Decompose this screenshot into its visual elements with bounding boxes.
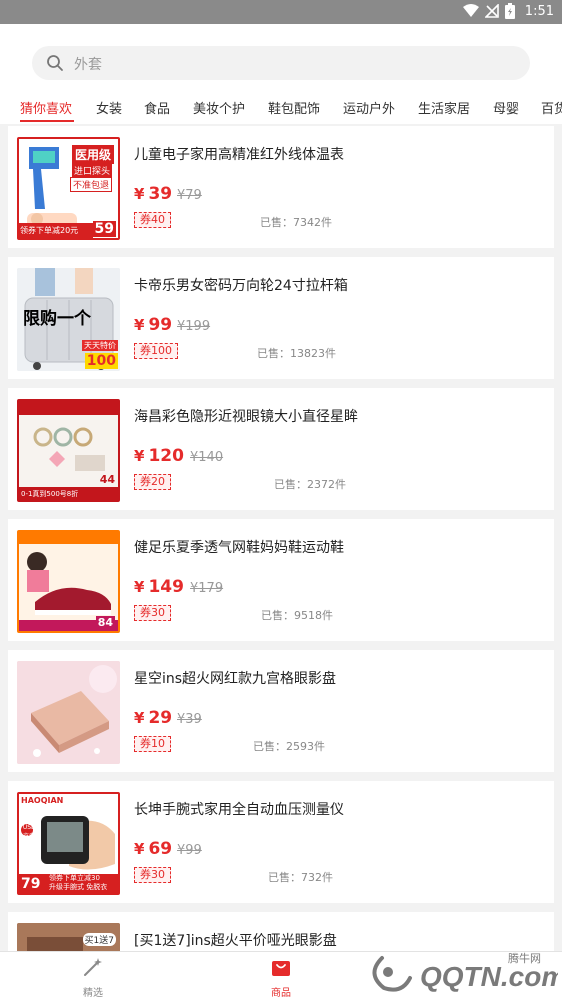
product-image: 限购一个 天天特价 100 [17, 268, 120, 371]
thumb-tag: 进口探头 [71, 164, 112, 177]
product-title: 长坤手腕式家用全自动血压测量仪 [134, 802, 344, 818]
coupon-badge: 券20 [134, 474, 171, 490]
active-tab-indicator [20, 120, 74, 122]
thumb-brand: HAOQIAN [21, 796, 64, 805]
nav-featured-label: 精选 [83, 988, 103, 999]
thumb-price: 59 [92, 221, 116, 237]
category-tabs: 猜你喜欢 女装 食品 美妆个护 鞋包配饰 运动户外 生活家居 母婴 百货 [0, 96, 562, 124]
tab-guess-you-like[interactable]: 猜你喜欢 [20, 98, 72, 117]
product-card[interactable]: 星空ins超火网红款九宫格眼影盘 ¥29 ¥39 券10 已售：2593件 [8, 650, 554, 772]
nav-products[interactable]: 商品 [251, 956, 311, 999]
product-card[interactable]: HAOQIAN USB充电 79 领券下单立减30 升级手腕式 免脱衣 长坤手腕… [8, 781, 554, 903]
wifi-icon [462, 4, 479, 17]
shopping-bag-icon [272, 961, 290, 976]
tab-baby[interactable]: 母婴 [493, 98, 519, 117]
thumb-promo: 领券下单减20元 [19, 223, 93, 238]
search-icon [47, 55, 63, 71]
nav-products-label: 商品 [271, 988, 291, 999]
status-icons: 1:51 [462, 3, 554, 19]
product-image: HAOQIAN USB充电 79 领券下单立减30 升级手腕式 免脱衣 [17, 792, 120, 895]
thumb-promo: 升级手腕式 免脱衣 [49, 883, 108, 891]
product-image: 84 [17, 530, 120, 633]
product-title: 海昌彩色隐形近视眼镜大小直径星眸 [134, 409, 358, 425]
product-image: 44 0-1真到500号8折 [17, 399, 120, 502]
status-bar: 1:51 [0, 0, 562, 24]
thumb-promo: 0-1真到500号8折 [21, 490, 79, 498]
qqtn-watermark: QQTN.com 腾牛网 [358, 948, 562, 999]
thumb-tag: 买1送7 [82, 933, 116, 946]
sold-count: 已售：2372件 [274, 478, 346, 491]
product-price: ¥39 [134, 184, 173, 204]
product-image [17, 661, 120, 764]
product-price: ¥99 [134, 315, 173, 335]
thumb-badge: 医用级 [71, 145, 114, 164]
product-title: [买1送7]ins超火平价哑光眼影盘 [134, 933, 337, 949]
tab-shoes-bags[interactable]: 鞋包配饰 [268, 98, 320, 117]
svg-text:腾牛网: 腾牛网 [508, 951, 541, 965]
search-input[interactable]: 外套 [32, 46, 530, 80]
product-title: 卡帝乐男女密码万向轮24寸拉杆箱 [134, 278, 348, 294]
original-price: ¥199 [177, 319, 211, 334]
eyeshadow-palette-illustration [17, 661, 120, 764]
product-card[interactable]: 医用级 进口探头 不准包退 领券下单减20元 59 儿童电子家用高精准红外线体温… [8, 126, 554, 248]
product-price: ¥149 [134, 577, 184, 597]
product-price: ¥120 [134, 446, 184, 466]
product-image: 医用级 进口探头 不准包退 领券下单减20元 59 [17, 137, 120, 240]
coupon-badge: 券10 [134, 736, 171, 752]
sold-count: 已售：7342件 [260, 216, 332, 229]
sold-count: 已售：2593件 [253, 740, 325, 753]
original-price: ¥39 [177, 712, 202, 727]
thumb-tag: 天天特价 [82, 340, 118, 351]
coupon-badge: 券30 [134, 605, 171, 621]
sold-count: 已售：9518件 [261, 609, 333, 622]
coupon-badge: 券30 [134, 867, 171, 883]
product-title: 健足乐夏季透气网鞋妈妈鞋运动鞋 [134, 540, 344, 556]
thumb-banner: 限购一个 [23, 309, 91, 329]
sold-count: 已售：13823件 [257, 347, 336, 360]
coupon-badge: 券100 [134, 343, 178, 359]
product-card[interactable]: 限购一个 天天特价 100 卡帝乐男女密码万向轮24寸拉杆箱 ¥99 ¥199 … [8, 257, 554, 379]
product-price: ¥69 [134, 839, 173, 859]
thumb-price: 100 [84, 353, 118, 369]
svg-text:QQTN.com: QQTN.com [420, 961, 558, 992]
thumb-price: 44 [99, 473, 115, 486]
tab-outdoor[interactable]: 运动户外 [343, 98, 395, 117]
original-price: ¥179 [190, 581, 224, 596]
status-time: 1:51 [524, 3, 554, 19]
product-title: 儿童电子家用高精准红外线体温表 [134, 147, 344, 163]
battery-icon [504, 3, 515, 19]
nav-featured[interactable]: 精选 [63, 956, 123, 999]
thumb-price: 79 [21, 876, 41, 892]
tab-home[interactable]: 生活家居 [418, 98, 470, 117]
original-price: ¥79 [177, 188, 202, 203]
top-bar: 外套 猜你喜欢 女装 食品 美妆个护 鞋包配饰 运动户外 生活家居 母婴 百货 [0, 24, 562, 124]
product-card[interactable]: 44 0-1真到500号8折 海昌彩色隐形近视眼镜大小直径星眸 ¥120 ¥14… [8, 388, 554, 510]
tab-womens-wear[interactable]: 女装 [96, 98, 122, 117]
tab-general[interactable]: 百货 [541, 98, 562, 117]
no-signal-icon [484, 4, 499, 18]
magic-wand-icon [84, 958, 102, 976]
tab-food[interactable]: 食品 [144, 98, 170, 117]
product-title: 星空ins超火网红款九宫格眼影盘 [134, 671, 337, 687]
thumb-tag: USB充电 [22, 824, 36, 840]
watermark-logo: QQTN.com 腾牛网 [372, 951, 562, 992]
original-price: ¥140 [190, 450, 224, 465]
tab-beauty[interactable]: 美妆个护 [193, 98, 245, 117]
original-price: ¥99 [177, 843, 202, 858]
product-price: ¥29 [134, 708, 173, 728]
thumb-price: 84 [95, 616, 115, 629]
thumb-tag: 不准包退 [69, 177, 112, 192]
coupon-badge: 券40 [134, 212, 171, 228]
search-placeholder: 外套 [74, 57, 102, 73]
sold-count: 已售：732件 [268, 871, 333, 884]
product-card[interactable]: 84 健足乐夏季透气网鞋妈妈鞋运动鞋 ¥149 ¥179 券30 已售：9518… [8, 519, 554, 641]
